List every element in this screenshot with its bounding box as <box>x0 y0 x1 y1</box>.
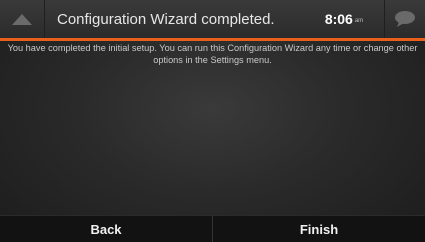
messages-button[interactable] <box>385 0 425 38</box>
clock: 8:06 am <box>304 0 385 38</box>
speech-bubble-icon <box>395 11 415 27</box>
clock-ampm: am <box>354 18 364 24</box>
back-button[interactable]: Back <box>0 216 213 242</box>
completion-message: You have completed the initial setup. Yo… <box>7 43 418 65</box>
up-button[interactable] <box>0 0 45 38</box>
wizard-screen: Configuration Wizard completed. 8:06 am … <box>0 0 425 242</box>
header-bar: Configuration Wizard completed. 8:06 am <box>0 0 425 38</box>
page-title: Configuration Wizard completed. <box>57 10 275 28</box>
clock-time: 8:06 <box>324 11 353 27</box>
up-triangle-icon <box>12 13 32 25</box>
footer-bar: Back Finish <box>0 215 425 242</box>
finish-button[interactable]: Finish <box>213 216 425 242</box>
